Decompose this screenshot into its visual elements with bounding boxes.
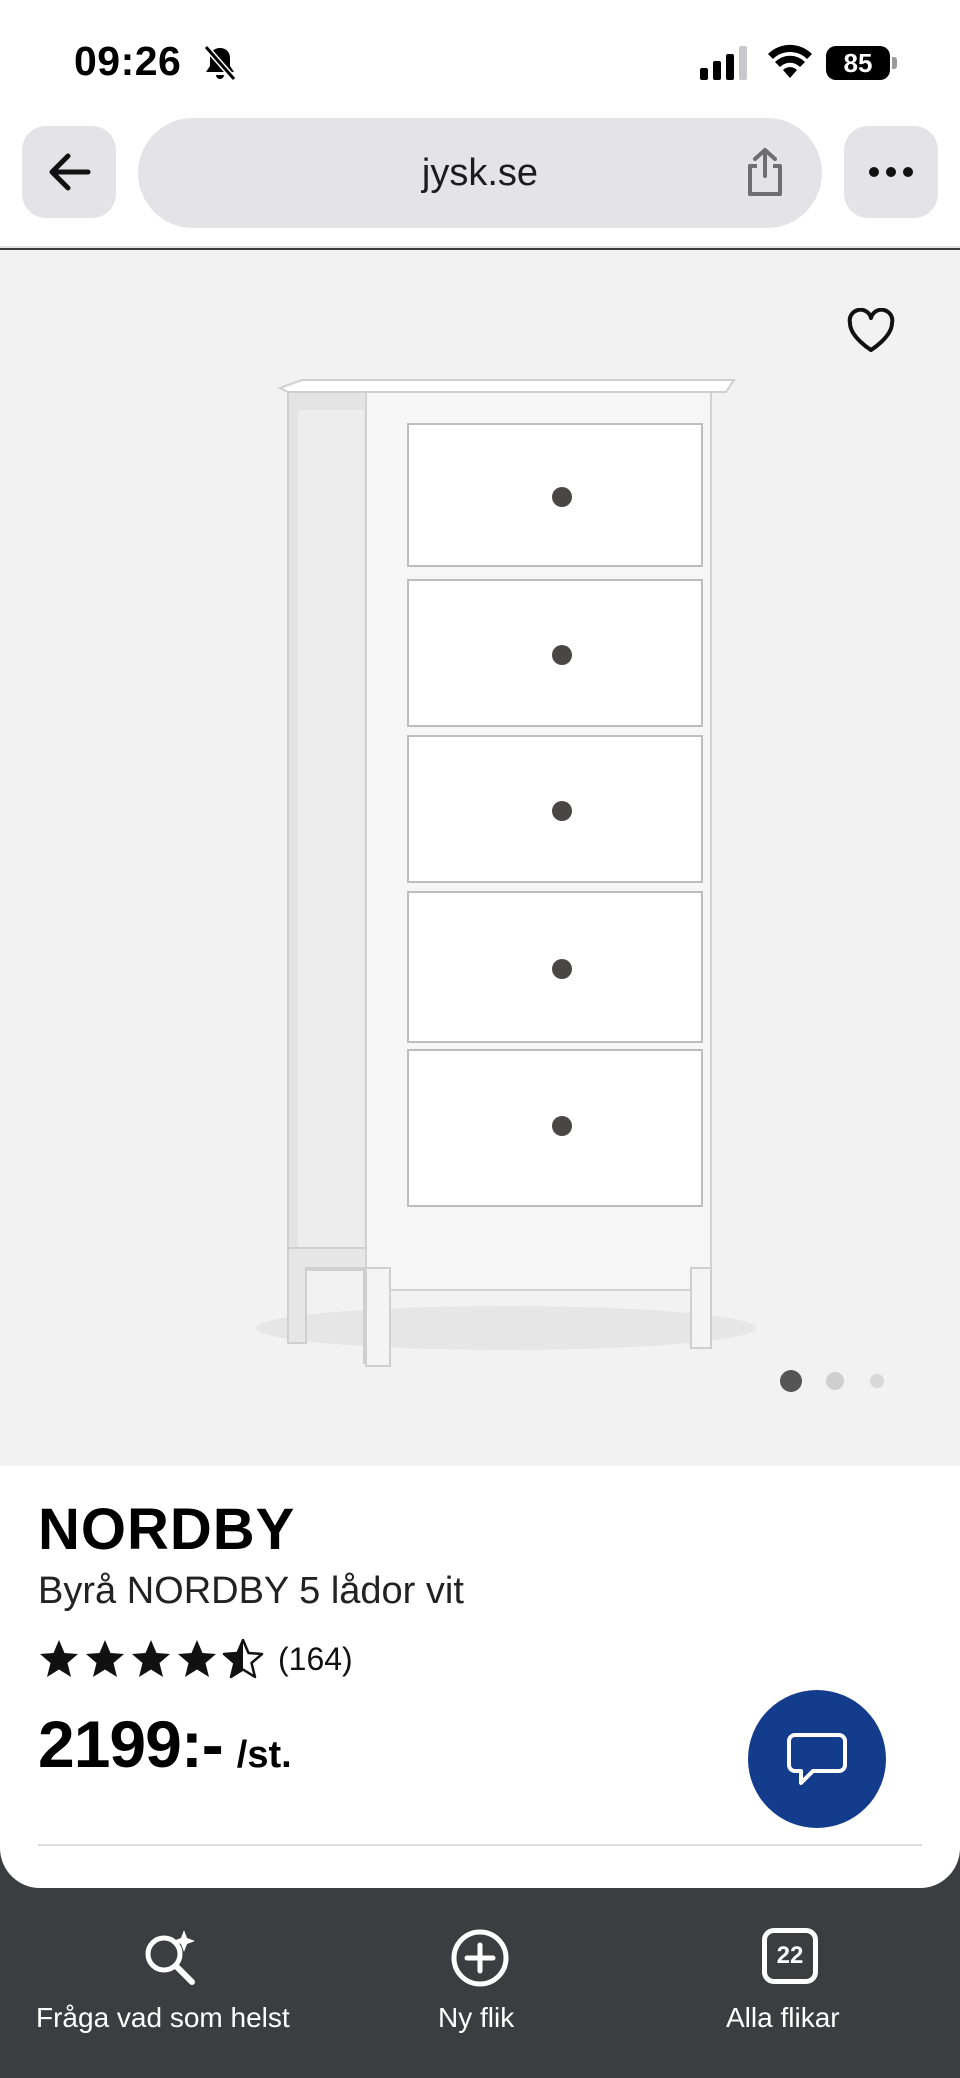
browser-toolbar: Fråga vad som helst Ny flik 22 Alla flik…: [0, 1888, 960, 2078]
new-tab-label: Ny flik: [438, 2002, 515, 2033]
url-field[interactable]: jysk.se: [138, 118, 822, 228]
signal-icon: [700, 46, 747, 80]
carousel-dot-active[interactable]: [780, 1370, 802, 1392]
browser-page: 09:26 85 jysk.se NORDBY Byrå NORDBY 5 lå…: [0, 0, 960, 2078]
divider: [38, 1844, 922, 1846]
ellipsis-icon: [869, 167, 913, 177]
product-brand: NORDBY: [38, 1497, 296, 1562]
tabs-icon: 22: [762, 1928, 818, 1984]
battery-level: 85: [843, 48, 873, 78]
tab-count: 22: [776, 1942, 804, 1969]
star-full-icon: [178, 1640, 216, 1677]
product-rating[interactable]: (164): [38, 1636, 353, 1682]
review-count: (164): [278, 1640, 353, 1677]
price-row: 2199:- /st.: [38, 1706, 292, 1782]
star-full-icon: [86, 1640, 124, 1677]
star-full-icon: [40, 1640, 78, 1677]
bell-off-icon: [203, 45, 237, 81]
product-name: Byrå NORDBY 5 lådor vit: [38, 1570, 464, 1612]
plus-circle-icon: [451, 1929, 509, 1987]
star-rating: [38, 1638, 264, 1680]
carousel-indicator[interactable]: [780, 1370, 900, 1394]
more-options-button[interactable]: [844, 126, 938, 218]
product-info: NORDBY Byrå NORDBY 5 lådor vit (164) 219…: [0, 1466, 960, 1888]
heart-icon[interactable]: [846, 308, 896, 354]
carousel-dot[interactable]: [826, 1372, 844, 1390]
new-tab-button[interactable]: Ny flik: [430, 1928, 530, 2038]
back-button[interactable]: [22, 126, 116, 218]
status-bar: 09:26 85: [0, 0, 960, 118]
product-image-gallery[interactable]: [0, 250, 960, 1468]
ask-anything-label: Fråga vad som helst: [36, 2002, 290, 2033]
price-unit: /st.: [236, 1734, 292, 1776]
product-image: [256, 379, 756, 1367]
star-half-icon: [222, 1638, 264, 1679]
share-icon[interactable]: [742, 146, 788, 198]
carousel-dot[interactable]: [870, 1374, 884, 1388]
all-tabs-button[interactable]: 22 Alla flikar: [726, 1928, 856, 2038]
url-text: jysk.se: [421, 152, 539, 194]
wifi-icon: [768, 44, 812, 78]
all-tabs-label: Alla flikar: [726, 2002, 840, 2033]
arrow-left-icon: [49, 153, 91, 191]
ask-anything-button[interactable]: Fråga vad som helst: [36, 1928, 306, 2038]
product-price: 2199:-: [38, 1707, 224, 1781]
sparkle-search-icon: [145, 1930, 195, 1985]
status-time: 09:26: [74, 38, 182, 84]
battery-indicator: 85: [826, 46, 897, 80]
chat-button[interactable]: [748, 1690, 886, 1828]
star-full-icon: [132, 1640, 170, 1677]
chat-bubble-icon: [787, 1733, 847, 1785]
browser-address-bar: jysk.se: [0, 118, 960, 248]
